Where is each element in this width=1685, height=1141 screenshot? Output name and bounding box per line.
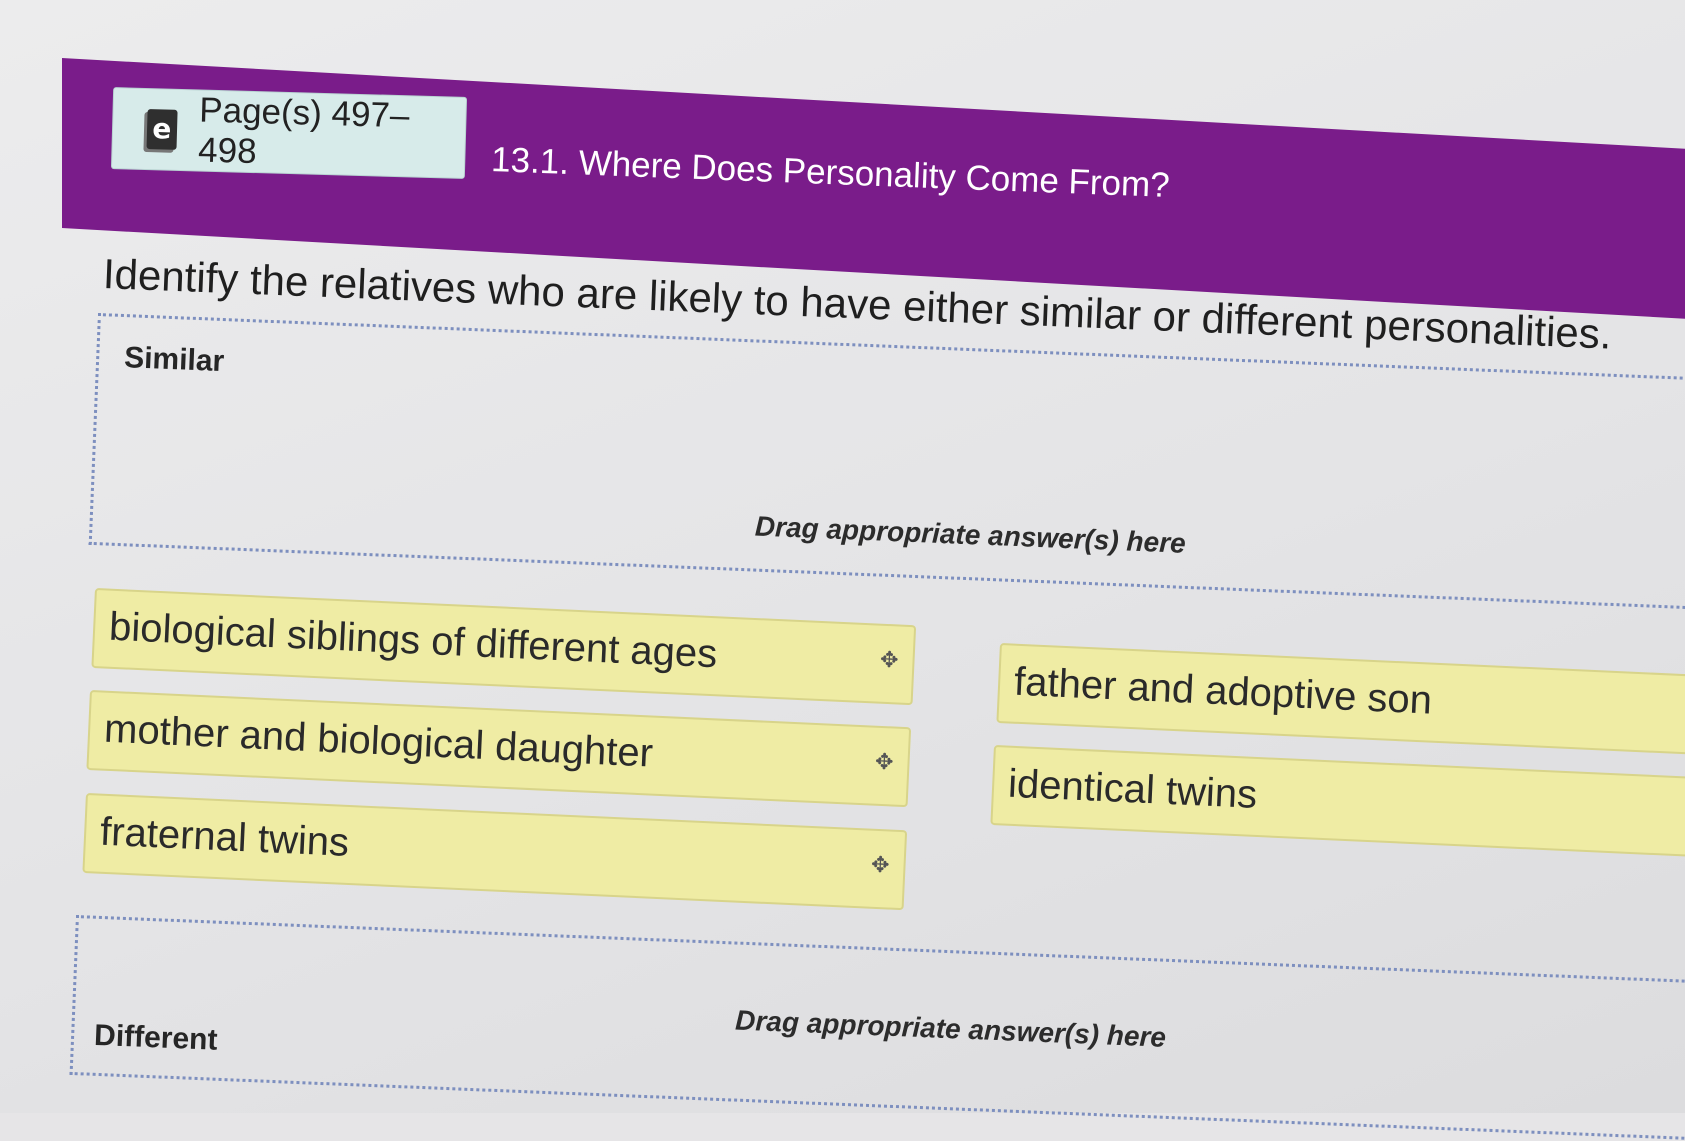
move-handle-icon[interactable]: ✥ bbox=[871, 853, 891, 879]
answer-chip-label: mother and biological daughter bbox=[103, 706, 654, 776]
answer-chip-siblings-different-ages[interactable]: biological siblings of different ages ✥ bbox=[91, 588, 917, 706]
answer-chip-label: identical twins bbox=[1007, 761, 1259, 817]
answer-chip-fraternal-twins[interactable]: fraternal twins ✥ bbox=[82, 793, 908, 911]
answer-chip-identical-twins[interactable]: identical twins bbox=[990, 745, 1685, 858]
answer-chip-label: father and adoptive son bbox=[1013, 659, 1433, 723]
similar-zone-label: Similar bbox=[123, 341, 225, 379]
ebook-pages-button[interactable]: e Page(s) 497–498 bbox=[110, 87, 468, 179]
ebook-pages-label: Page(s) 497–498 bbox=[197, 90, 410, 172]
ebook-icon: e bbox=[146, 109, 178, 150]
assignment-page: e Page(s) 497–498 13.1. Where Does Perso… bbox=[0, 0, 1685, 1141]
answer-chip-mother-biological-daughter[interactable]: mother and biological daughter ✥ bbox=[86, 690, 912, 808]
different-drop-zone[interactable]: Drag appropriate answer(s) here Differen… bbox=[69, 915, 1685, 1141]
move-handle-icon[interactable]: ✥ bbox=[875, 750, 895, 776]
different-zone-label: Different bbox=[93, 1018, 219, 1057]
answer-chip-label: fraternal twins bbox=[99, 809, 350, 865]
different-zone-hint: Drag appropriate answer(s) here bbox=[734, 1004, 1167, 1053]
similar-drop-zone[interactable]: Similar Drag appropriate answer(s) here bbox=[88, 313, 1685, 611]
answer-chip-father-adoptive-son[interactable]: father and adoptive son bbox=[996, 643, 1685, 756]
move-handle-icon[interactable]: ✥ bbox=[880, 648, 900, 674]
similar-zone-hint: Drag appropriate answer(s) here bbox=[754, 510, 1187, 559]
answer-chip-label: biological siblings of different ages bbox=[108, 604, 719, 677]
